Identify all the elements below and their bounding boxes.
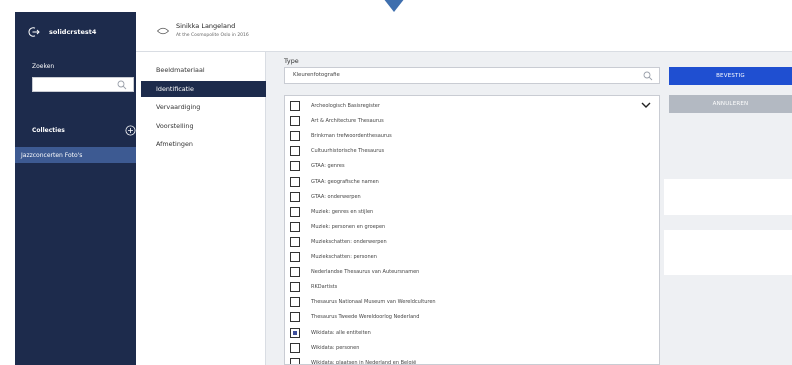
search-icon[interactable] bbox=[643, 71, 653, 81]
checkbox[interactable] bbox=[290, 297, 300, 308]
list-item[interactable]: GTAA: genres bbox=[290, 159, 345, 173]
type-input[interactable]: Kleurenfotografie bbox=[284, 67, 660, 84]
list-item-label: Brinkman trefwoordenthesaurus bbox=[311, 133, 392, 140]
list-item-label: RKDartists bbox=[311, 284, 338, 291]
list-item[interactable]: Archeologisch Basisregister bbox=[290, 99, 380, 113]
list-item-label: Muziekschatten: onderwerpen bbox=[311, 238, 387, 245]
checkbox[interactable] bbox=[290, 236, 300, 247]
list-item[interactable]: Muziek: genres en stijlen bbox=[290, 205, 373, 219]
list-item[interactable]: GTAA: geografische namen bbox=[290, 175, 379, 189]
section-tabs: Beeldmateriaal Identificatie Vervaardigi… bbox=[136, 52, 266, 365]
list-item-label: Wikidata: alle entiteiten bbox=[311, 329, 371, 336]
username: solidcrstest4 bbox=[49, 28, 97, 36]
type-input-value: Kleurenfotografie bbox=[293, 72, 340, 78]
checkbox[interactable] bbox=[290, 252, 300, 262]
list-item-label: Thesaurus Tweede Wereldoorlog Nederland bbox=[311, 314, 420, 321]
list-item-label: Archeologisch Basisregister bbox=[311, 103, 380, 109]
tab-voorstelling[interactable]: Voorstelling bbox=[141, 118, 266, 134]
user-row[interactable]: solidcrstest4 bbox=[15, 12, 136, 52]
background-panel bbox=[664, 230, 792, 275]
list-item-label: Nederlandse Thesaurus van Auteursnamen bbox=[311, 269, 420, 276]
checkbox[interactable] bbox=[290, 161, 300, 172]
list-item-label: Cultuurhistorische Thesaurus bbox=[311, 148, 385, 155]
record-title: Sinikka Langeland bbox=[176, 22, 236, 30]
collections-label: Collecties bbox=[32, 126, 65, 134]
list-item-label: GTAA: onderwerpen bbox=[311, 193, 361, 200]
checkbox[interactable] bbox=[290, 327, 300, 338]
checkbox[interactable] bbox=[290, 357, 300, 364]
eye-icon[interactable] bbox=[157, 27, 169, 35]
list-item[interactable]: Wikidata: alle entiteiten bbox=[290, 326, 371, 340]
list-item[interactable]: GTAA: onderwerpen bbox=[290, 190, 361, 204]
list-item-label: GTAA: genres bbox=[311, 163, 345, 170]
checkbox[interactable] bbox=[290, 131, 300, 142]
collections-header: Collecties bbox=[32, 124, 136, 136]
list-item-label: Muziekschatten: personen bbox=[311, 254, 377, 260]
list-item-label: Wikidata: plaatsen in Nederland en Belgi… bbox=[311, 359, 417, 365]
list-item-label: Wikidata: personen bbox=[311, 344, 360, 351]
chevron-down-icon[interactable] bbox=[641, 102, 651, 108]
list-item-label: Muziek: genres en stijlen bbox=[311, 208, 374, 215]
checkbox[interactable] bbox=[290, 282, 300, 293]
search-label: Zoeken bbox=[32, 63, 55, 70]
checkbox[interactable] bbox=[290, 101, 300, 111]
list-item[interactable]: Cultuurhistorische Thesaurus bbox=[290, 144, 384, 158]
tab-afmetingen[interactable]: Afmetingen bbox=[141, 136, 266, 152]
checkbox[interactable] bbox=[290, 221, 300, 232]
checkbox[interactable] bbox=[290, 206, 300, 217]
add-collection-icon[interactable] bbox=[125, 125, 136, 136]
confirm-button[interactable]: BEVESTIG bbox=[669, 67, 792, 85]
list-item[interactable]: Nederlandse Thesaurus van Auteursnamen bbox=[290, 265, 419, 279]
list-item[interactable]: Brinkman trefwoordenthesaurus bbox=[290, 129, 392, 143]
background-panel bbox=[664, 179, 792, 215]
list-item[interactable]: Muziek: personen en groepen bbox=[290, 220, 385, 234]
checkbox[interactable] bbox=[290, 176, 300, 187]
list-item-label: Thesaurus Nationaal Museum van Wereldcul… bbox=[311, 299, 436, 306]
list-item[interactable]: Thesaurus Tweede Wereldoorlog Nederland bbox=[290, 310, 419, 324]
checkbox[interactable] bbox=[290, 116, 300, 127]
cancel-button[interactable]: ANNULEREN bbox=[669, 95, 792, 113]
list-item[interactable]: RKDartists bbox=[290, 280, 337, 294]
search-icon[interactable] bbox=[117, 80, 127, 90]
logout-icon[interactable] bbox=[28, 26, 40, 38]
list-item[interactable]: Muziekschatten: personen bbox=[290, 250, 377, 264]
tab-beeldmateriaal[interactable]: Beeldmateriaal bbox=[141, 62, 266, 78]
checkbox[interactable] bbox=[290, 267, 300, 278]
sidebar-item-collection[interactable]: Jazzconcerten Foto's bbox=[15, 147, 136, 163]
list-item-label: Art & Architecture Thesaurus bbox=[311, 118, 384, 125]
list-item-label: GTAA: geografische namen bbox=[311, 178, 379, 185]
top-pointer-arrow bbox=[383, 0, 405, 12]
checkbox[interactable] bbox=[290, 342, 300, 353]
list-item[interactable]: Muziekschatten: onderwerpen bbox=[290, 235, 387, 249]
list-item-label: Muziek: personen en groepen bbox=[311, 223, 386, 230]
checkbox[interactable] bbox=[290, 146, 300, 157]
search-input[interactable] bbox=[32, 77, 134, 92]
list-item[interactable]: Art & Architecture Thesaurus bbox=[290, 114, 384, 128]
record-header: Sinikka Langeland At the Cosmopolite Osl… bbox=[136, 12, 792, 52]
tab-vervaardiging[interactable]: Vervaardiging bbox=[141, 99, 266, 115]
type-field-label: Type bbox=[284, 57, 299, 65]
checkbox[interactable] bbox=[290, 191, 300, 202]
list-item[interactable]: Thesaurus Nationaal Museum van Wereldcul… bbox=[290, 295, 436, 309]
sidebar: solidcrstest4 Zoeken Collecties Jazzconc… bbox=[15, 12, 136, 365]
record-subtitle: At the Cosmopolite Oslo in 2016 bbox=[176, 33, 249, 38]
tab-identificatie[interactable]: Identificatie bbox=[141, 81, 266, 97]
thesaurus-dropdown[interactable]: Archeologisch Basisregister Art & Archite… bbox=[284, 95, 660, 365]
list-item[interactable]: Wikidata: plaatsen in Nederland en Belgi… bbox=[290, 356, 417, 365]
checkbox[interactable] bbox=[290, 312, 300, 323]
list-item[interactable]: Wikidata: personen bbox=[290, 341, 359, 355]
